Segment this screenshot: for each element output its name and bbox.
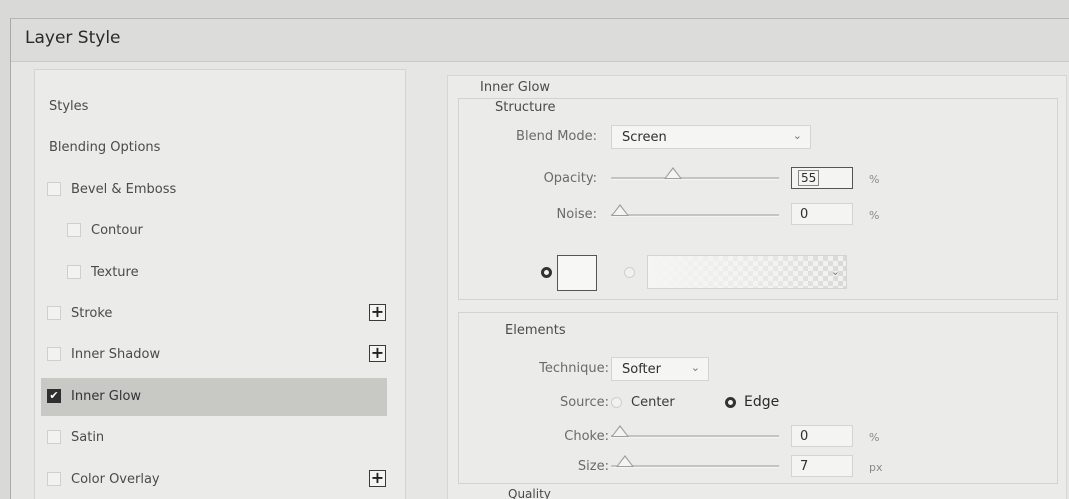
style-checkbox[interactable] xyxy=(47,182,61,196)
style-item-label: Blending Options xyxy=(49,140,161,155)
style-checkbox[interactable] xyxy=(67,265,81,279)
choke-unit: % xyxy=(869,431,880,444)
style-item-label: Bevel & Emboss xyxy=(71,182,177,197)
opacity-slider[interactable] xyxy=(611,167,779,180)
elements-section: Elements Technique: Softer ⌄ Source: Cen… xyxy=(458,312,1058,484)
style-item-styles[interactable]: Styles xyxy=(41,88,387,126)
style-item-contour[interactable]: Contour xyxy=(41,212,387,250)
choke-label: Choke: xyxy=(564,429,609,444)
size-value: 7 xyxy=(800,459,809,474)
chevron-down-icon: ⌄ xyxy=(792,129,802,142)
plus-icon[interactable]: + xyxy=(369,345,386,362)
gradient-radio[interactable] xyxy=(624,267,635,278)
blend-mode-label: Blend Mode: xyxy=(516,129,597,144)
choke-slider[interactable] xyxy=(611,425,779,438)
size-slider[interactable] xyxy=(611,455,779,468)
title-bar[interactable]: Layer Style xyxy=(11,19,1069,62)
blend-mode-value: Screen xyxy=(622,130,667,145)
layer-style-dialog: Layer Style Styles Blending Options Bevel … xyxy=(10,18,1069,499)
glow-color-swatch[interactable] xyxy=(557,255,597,291)
style-checkbox[interactable] xyxy=(47,472,61,486)
plus-icon[interactable]: + xyxy=(369,304,386,321)
noise-slider-thumb[interactable] xyxy=(611,204,629,216)
chevron-down-icon: ⌄ xyxy=(830,265,840,278)
style-item-label: Styles xyxy=(49,99,89,114)
panel-heading: Inner Glow xyxy=(480,80,551,95)
style-item-label: Inner Shadow xyxy=(71,347,161,362)
opacity-slider-thumb[interactable] xyxy=(664,167,682,179)
source-edge-label[interactable]: Edge xyxy=(744,394,779,410)
quality-heading: Quality xyxy=(508,487,551,499)
opacity-label: Opacity: xyxy=(543,171,597,186)
style-item-stroke[interactable]: Stroke + xyxy=(41,295,387,333)
inner-glow-panel: Inner Glow Structure Blend Mode: Screen … xyxy=(447,75,1067,499)
noise-label: Noise: xyxy=(556,207,597,222)
choke-slider-thumb[interactable] xyxy=(611,425,629,437)
style-item-texture[interactable]: Texture xyxy=(41,254,387,292)
style-item-label: Texture xyxy=(91,265,139,280)
size-unit: px xyxy=(869,461,883,474)
chevron-down-icon: ⌄ xyxy=(690,361,700,374)
style-item-label: Stroke xyxy=(71,306,113,321)
size-input[interactable]: 7 xyxy=(791,455,853,477)
style-checkbox[interactable] xyxy=(67,223,81,237)
size-label: Size: xyxy=(577,459,609,474)
structure-section: Structure Blend Mode: Screen ⌄ Opacity: … xyxy=(458,98,1058,300)
style-checkbox[interactable] xyxy=(47,306,61,320)
gradient-picker[interactable]: ⌄ xyxy=(647,255,847,289)
size-slider-thumb[interactable] xyxy=(616,455,634,467)
style-checkbox[interactable] xyxy=(47,347,61,361)
technique-label: Technique: xyxy=(539,361,609,376)
style-item-satin[interactable]: Satin xyxy=(41,419,387,457)
choke-input[interactable]: 0 xyxy=(791,425,853,447)
style-item-color-overlay[interactable]: Color Overlay + xyxy=(41,461,387,499)
source-center-radio[interactable] xyxy=(611,397,622,408)
style-item-label: Contour xyxy=(91,223,143,238)
dialog-title: Layer Style xyxy=(25,28,121,48)
source-edge-radio[interactable] xyxy=(725,397,736,408)
style-item-bevel-emboss[interactable]: Bevel & Emboss xyxy=(41,171,387,209)
technique-select[interactable]: Softer ⌄ xyxy=(611,357,709,381)
plus-icon[interactable]: + xyxy=(369,470,386,487)
technique-value: Softer xyxy=(622,362,661,377)
styles-list-panel: Styles Blending Options Bevel & Emboss Cont… xyxy=(34,69,406,499)
style-item-label: Color Overlay xyxy=(71,472,160,487)
blend-mode-select[interactable]: Screen ⌄ xyxy=(611,125,811,149)
opacity-value: 55 xyxy=(798,170,820,186)
style-item-inner-shadow[interactable]: Inner Shadow + xyxy=(41,336,387,374)
structure-heading: Structure xyxy=(495,100,556,115)
elements-heading: Elements xyxy=(505,323,566,338)
checkmark-icon[interactable]: ✔ xyxy=(47,389,61,403)
solid-color-radio[interactable] xyxy=(541,267,552,278)
style-item-inner-glow[interactable]: ✔ Inner Glow xyxy=(41,378,387,416)
source-center-label[interactable]: Center xyxy=(631,395,675,410)
noise-value: 0 xyxy=(800,207,809,222)
noise-slider[interactable] xyxy=(611,204,779,217)
choke-value: 0 xyxy=(800,429,809,444)
style-item-label: Inner Glow xyxy=(71,389,142,404)
style-item-label: Satin xyxy=(71,430,105,445)
source-label: Source: xyxy=(559,395,609,410)
style-item-blending-options[interactable]: Blending Options xyxy=(41,129,387,167)
opacity-input[interactable]: 55 xyxy=(791,167,853,189)
noise-input[interactable]: 0 xyxy=(791,203,853,225)
style-checkbox[interactable] xyxy=(47,430,61,444)
noise-unit: % xyxy=(869,209,880,222)
opacity-unit: % xyxy=(869,173,880,186)
